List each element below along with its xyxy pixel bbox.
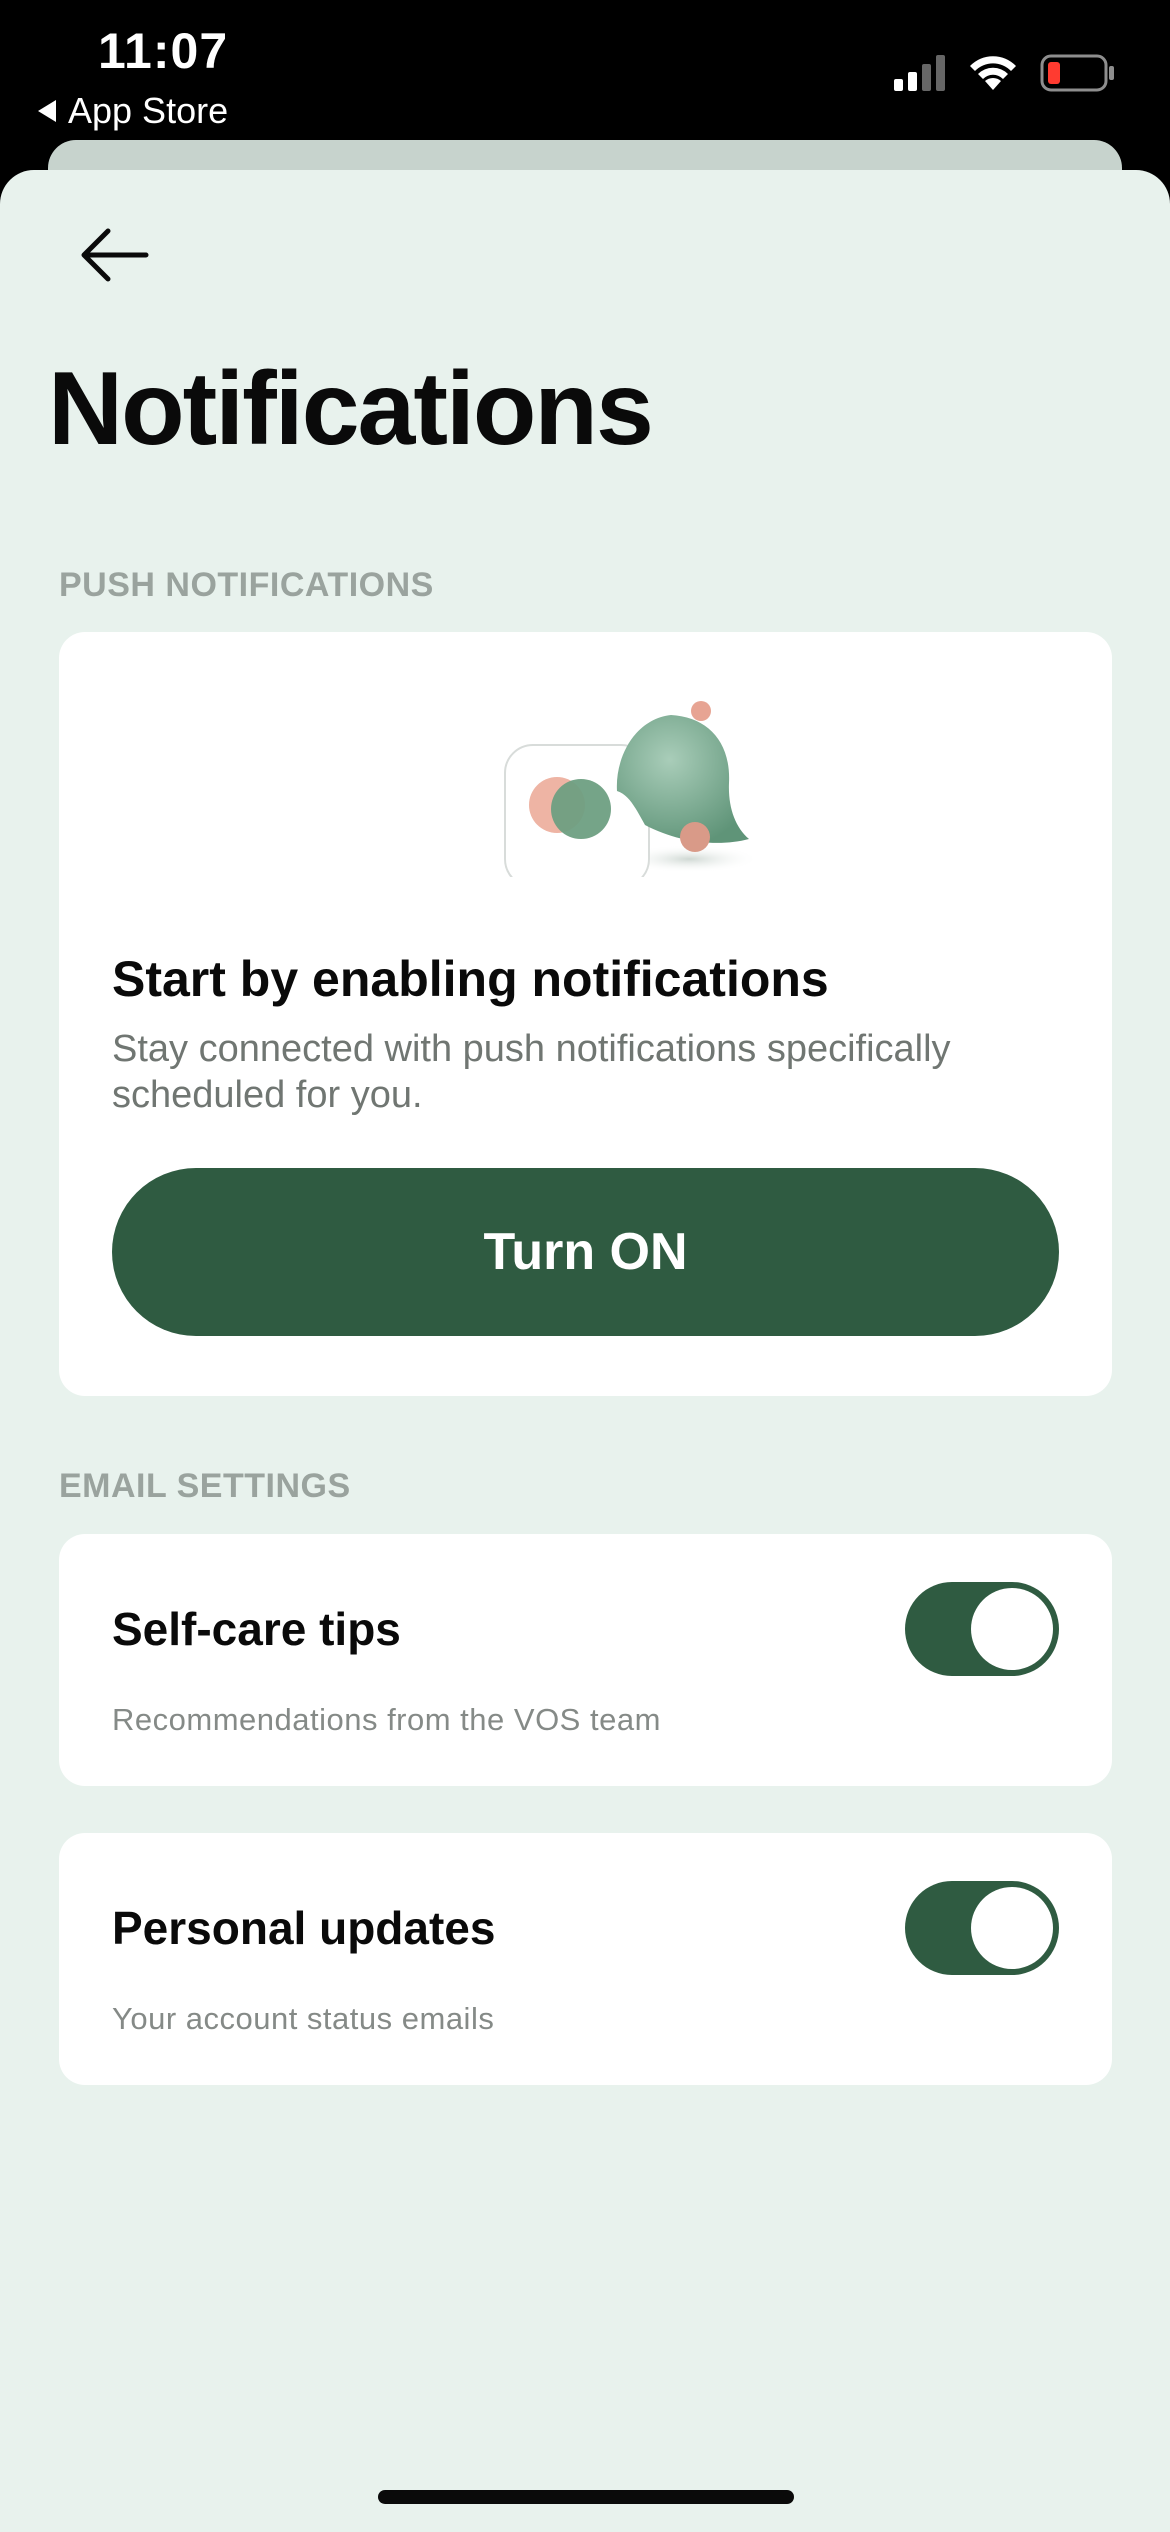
status-time: 11:07 xyxy=(98,23,229,79)
back-triangle-icon xyxy=(38,100,56,122)
signal-icon xyxy=(894,55,945,91)
push-section-label: PUSH NOTIFICATIONS xyxy=(59,566,434,604)
back-app-label: App Store xyxy=(68,90,229,131)
push-card-description: Stay connected with push notifications s… xyxy=(112,1028,951,1116)
status-icons xyxy=(894,54,1116,92)
setting-description: Your account status emails xyxy=(112,2001,495,2036)
back-to-app-store[interactable]: App Store xyxy=(38,90,228,132)
back-button[interactable] xyxy=(76,220,152,290)
turn-on-button[interactable]: Turn ON xyxy=(112,1168,1059,1336)
arrow-left-icon xyxy=(81,228,149,282)
wifi-icon xyxy=(970,56,1016,90)
personal-updates-toggle[interactable] xyxy=(905,1881,1059,1975)
bell-and-app-icon xyxy=(504,701,759,877)
push-notifications-card: Start by enabling notifications Stay con… xyxy=(59,632,1112,1396)
setting-card-personal-updates: Personal updates Your account status ema… xyxy=(59,1833,1112,2085)
setting-description: Recommendations from the VOS team xyxy=(112,1702,661,1737)
email-section-label: EMAIL SETTINGS xyxy=(59,1467,351,1505)
self-care-tips-toggle[interactable] xyxy=(905,1582,1059,1676)
push-card-title: Start by enabling notifications xyxy=(112,951,829,1007)
setting-title: Personal updates xyxy=(112,1902,496,1954)
setting-card-self-care-tips: Self-care tips Recommendations from the … xyxy=(59,1534,1112,1786)
home-indicator[interactable] xyxy=(378,2490,794,2504)
toggle-knob xyxy=(971,1588,1053,1670)
battery-icon xyxy=(1040,54,1114,92)
page-title: Notifications xyxy=(48,351,654,467)
toggle-knob xyxy=(971,1887,1053,1969)
setting-title: Self-care tips xyxy=(112,1603,401,1655)
